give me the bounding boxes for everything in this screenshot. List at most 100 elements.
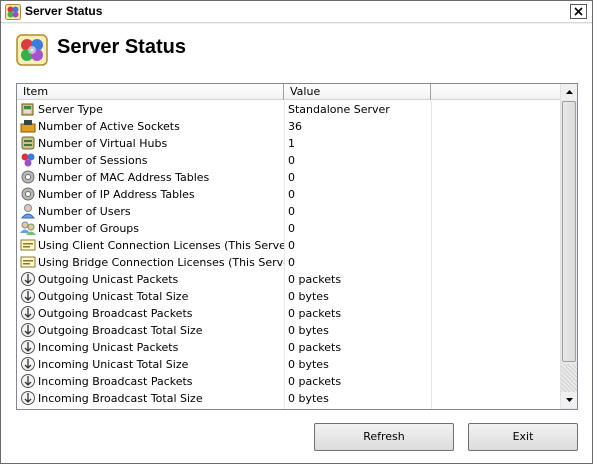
value-cell: Standalone Server: [288, 103, 390, 116]
item-cell: Outgoing Broadcast Total Size: [20, 322, 284, 339]
user-icon: [20, 204, 36, 219]
list-row[interactable]: Number of IP Address Tables 0: [17, 186, 562, 203]
list-row[interactable]: Number of Groups 0: [17, 220, 562, 237]
value-cell: 0: [288, 222, 295, 235]
value-cell: 0: [288, 205, 295, 218]
app-icon: [5, 4, 21, 20]
value-cell: 0 bytes: [288, 290, 329, 303]
list-row[interactable]: Outgoing Unicast Total Size 0 bytes: [17, 288, 562, 305]
list-row[interactable]: Outgoing Broadcast Packets 0 packets: [17, 305, 562, 322]
value-cell: 1: [288, 137, 295, 150]
list-row[interactable]: Outgoing Unicast Packets 0 packets: [17, 271, 562, 288]
packet-icon: [21, 391, 35, 405]
item-label: Number of Users: [38, 205, 131, 218]
title-bar[interactable]: Server Status: [1, 1, 592, 23]
list-row[interactable]: Incoming Unicast Total Size 0 bytes: [17, 356, 562, 373]
page-title: Server Status: [57, 36, 186, 58]
list-row[interactable]: Number of Active Sockets 36: [17, 118, 562, 135]
status-list[interactable]: Item Value Server Type Standalone Server N…: [16, 83, 578, 410]
item-label: Server Type: [38, 103, 103, 116]
refresh-button[interactable]: Refresh: [314, 423, 454, 451]
item-cell: Incoming Broadcast Packets: [20, 373, 284, 390]
window-title: Server Status: [25, 4, 103, 18]
column-header-value[interactable]: Value: [284, 84, 431, 100]
value-cell: 0 bytes: [288, 392, 329, 405]
value-cell: 0: [288, 171, 295, 184]
value-cell: 0 packets: [288, 307, 342, 320]
list-header: Item Value: [17, 84, 562, 100]
gear-icon: [21, 187, 35, 201]
value-cell: 0: [288, 256, 295, 269]
item-cell: Incoming Unicast Total Size: [20, 356, 284, 373]
license-icon: [20, 256, 36, 268]
packet-icon: [21, 323, 35, 337]
sessions-icon: [21, 153, 35, 167]
item-cell: Outgoing Unicast Packets: [20, 271, 284, 288]
exit-button[interactable]: Exit: [468, 423, 578, 451]
group-icon: [20, 221, 36, 235]
dialog-content: Server Status Item Value Server Type Stan…: [1, 24, 592, 463]
scroll-up-button[interactable]: [561, 84, 577, 100]
list-row[interactable]: Outgoing Broadcast Total Size 0 bytes: [17, 322, 562, 339]
item-label: Outgoing Broadcast Packets: [38, 307, 193, 320]
list-row[interactable]: Number of Users 0: [17, 203, 562, 220]
item-cell: Server Type: [20, 101, 284, 118]
packet-icon: [21, 340, 35, 354]
gear-icon: [21, 170, 35, 184]
item-label: Incoming Broadcast Packets: [38, 375, 193, 388]
close-button[interactable]: [570, 4, 587, 19]
item-label: Number of Virtual Hubs: [38, 137, 168, 150]
item-label: Outgoing Unicast Total Size: [38, 290, 189, 303]
item-label: Number of MAC Address Tables: [38, 171, 210, 184]
value-cell: 0 packets: [288, 375, 342, 388]
item-cell: Incoming Unicast Packets: [20, 339, 284, 356]
server-status-logo-icon: [16, 34, 48, 66]
virtual-hub-icon: [21, 136, 35, 150]
item-cell: Using Client Connection Licenses (This S…: [20, 237, 284, 254]
value-cell: 36: [288, 120, 302, 133]
list-row[interactable]: Number of Sessions 0: [17, 152, 562, 169]
list-row[interactable]: Incoming Broadcast Total Size 0 bytes: [17, 390, 562, 407]
list-row[interactable]: Using Bridge Connection Licenses (This S…: [17, 254, 562, 271]
value-cell: 0 bytes: [288, 324, 329, 337]
item-label: Using Bridge Connection Licenses (This S…: [38, 256, 284, 269]
column-header-item[interactable]: Item: [17, 84, 284, 100]
item-cell: Number of Groups: [20, 220, 284, 237]
item-label: Number of Sessions: [38, 154, 148, 167]
vertical-scrollbar[interactable]: [560, 84, 577, 409]
item-cell: Number of Sessions: [20, 152, 284, 169]
packet-icon: [21, 306, 35, 320]
packet-icon: [21, 272, 35, 286]
close-icon: [574, 7, 583, 16]
list-row[interactable]: Using Client Connection Licenses (This S…: [17, 237, 562, 254]
item-cell: Number of Virtual Hubs: [20, 135, 284, 152]
sockets-icon: [20, 120, 36, 133]
item-cell: Outgoing Broadcast Packets: [20, 305, 284, 322]
item-label: Incoming Unicast Packets: [38, 341, 179, 354]
scroll-thumb[interactable]: [562, 101, 576, 362]
value-cell: 0: [288, 188, 295, 201]
list-row[interactable]: Incoming Unicast Packets 0 packets: [17, 339, 562, 356]
packet-icon: [21, 374, 35, 388]
value-cell: 0: [288, 154, 295, 167]
list-row[interactable]: Server Type Standalone Server: [17, 101, 562, 118]
scroll-track[interactable]: [561, 364, 577, 392]
item-cell: Number of IP Address Tables: [20, 186, 284, 203]
item-cell: Using Bridge Connection Licenses (This S…: [20, 254, 284, 271]
list-row[interactable]: Incoming Broadcast Packets 0 packets: [17, 373, 562, 390]
item-label: Using Client Connection Licenses (This S…: [38, 239, 284, 252]
license-icon: [20, 239, 36, 251]
arrow-down-icon: [565, 398, 573, 402]
server-status-window: Server Status Server Status Item Value S…: [0, 0, 593, 464]
item-label: Number of Groups: [38, 222, 140, 235]
value-cell: 0 packets: [288, 273, 342, 286]
value-cell: 0: [288, 239, 295, 252]
list-rows: Server Type Standalone Server Number of Ac…: [17, 101, 562, 407]
arrow-up-icon: [565, 90, 573, 94]
column-header-empty: [431, 84, 562, 100]
packet-icon: [21, 357, 35, 371]
list-row[interactable]: Number of Virtual Hubs 1: [17, 135, 562, 152]
item-label: Outgoing Broadcast Total Size: [38, 324, 203, 337]
scroll-down-button[interactable]: [561, 392, 577, 408]
list-row[interactable]: Number of MAC Address Tables 0: [17, 169, 562, 186]
